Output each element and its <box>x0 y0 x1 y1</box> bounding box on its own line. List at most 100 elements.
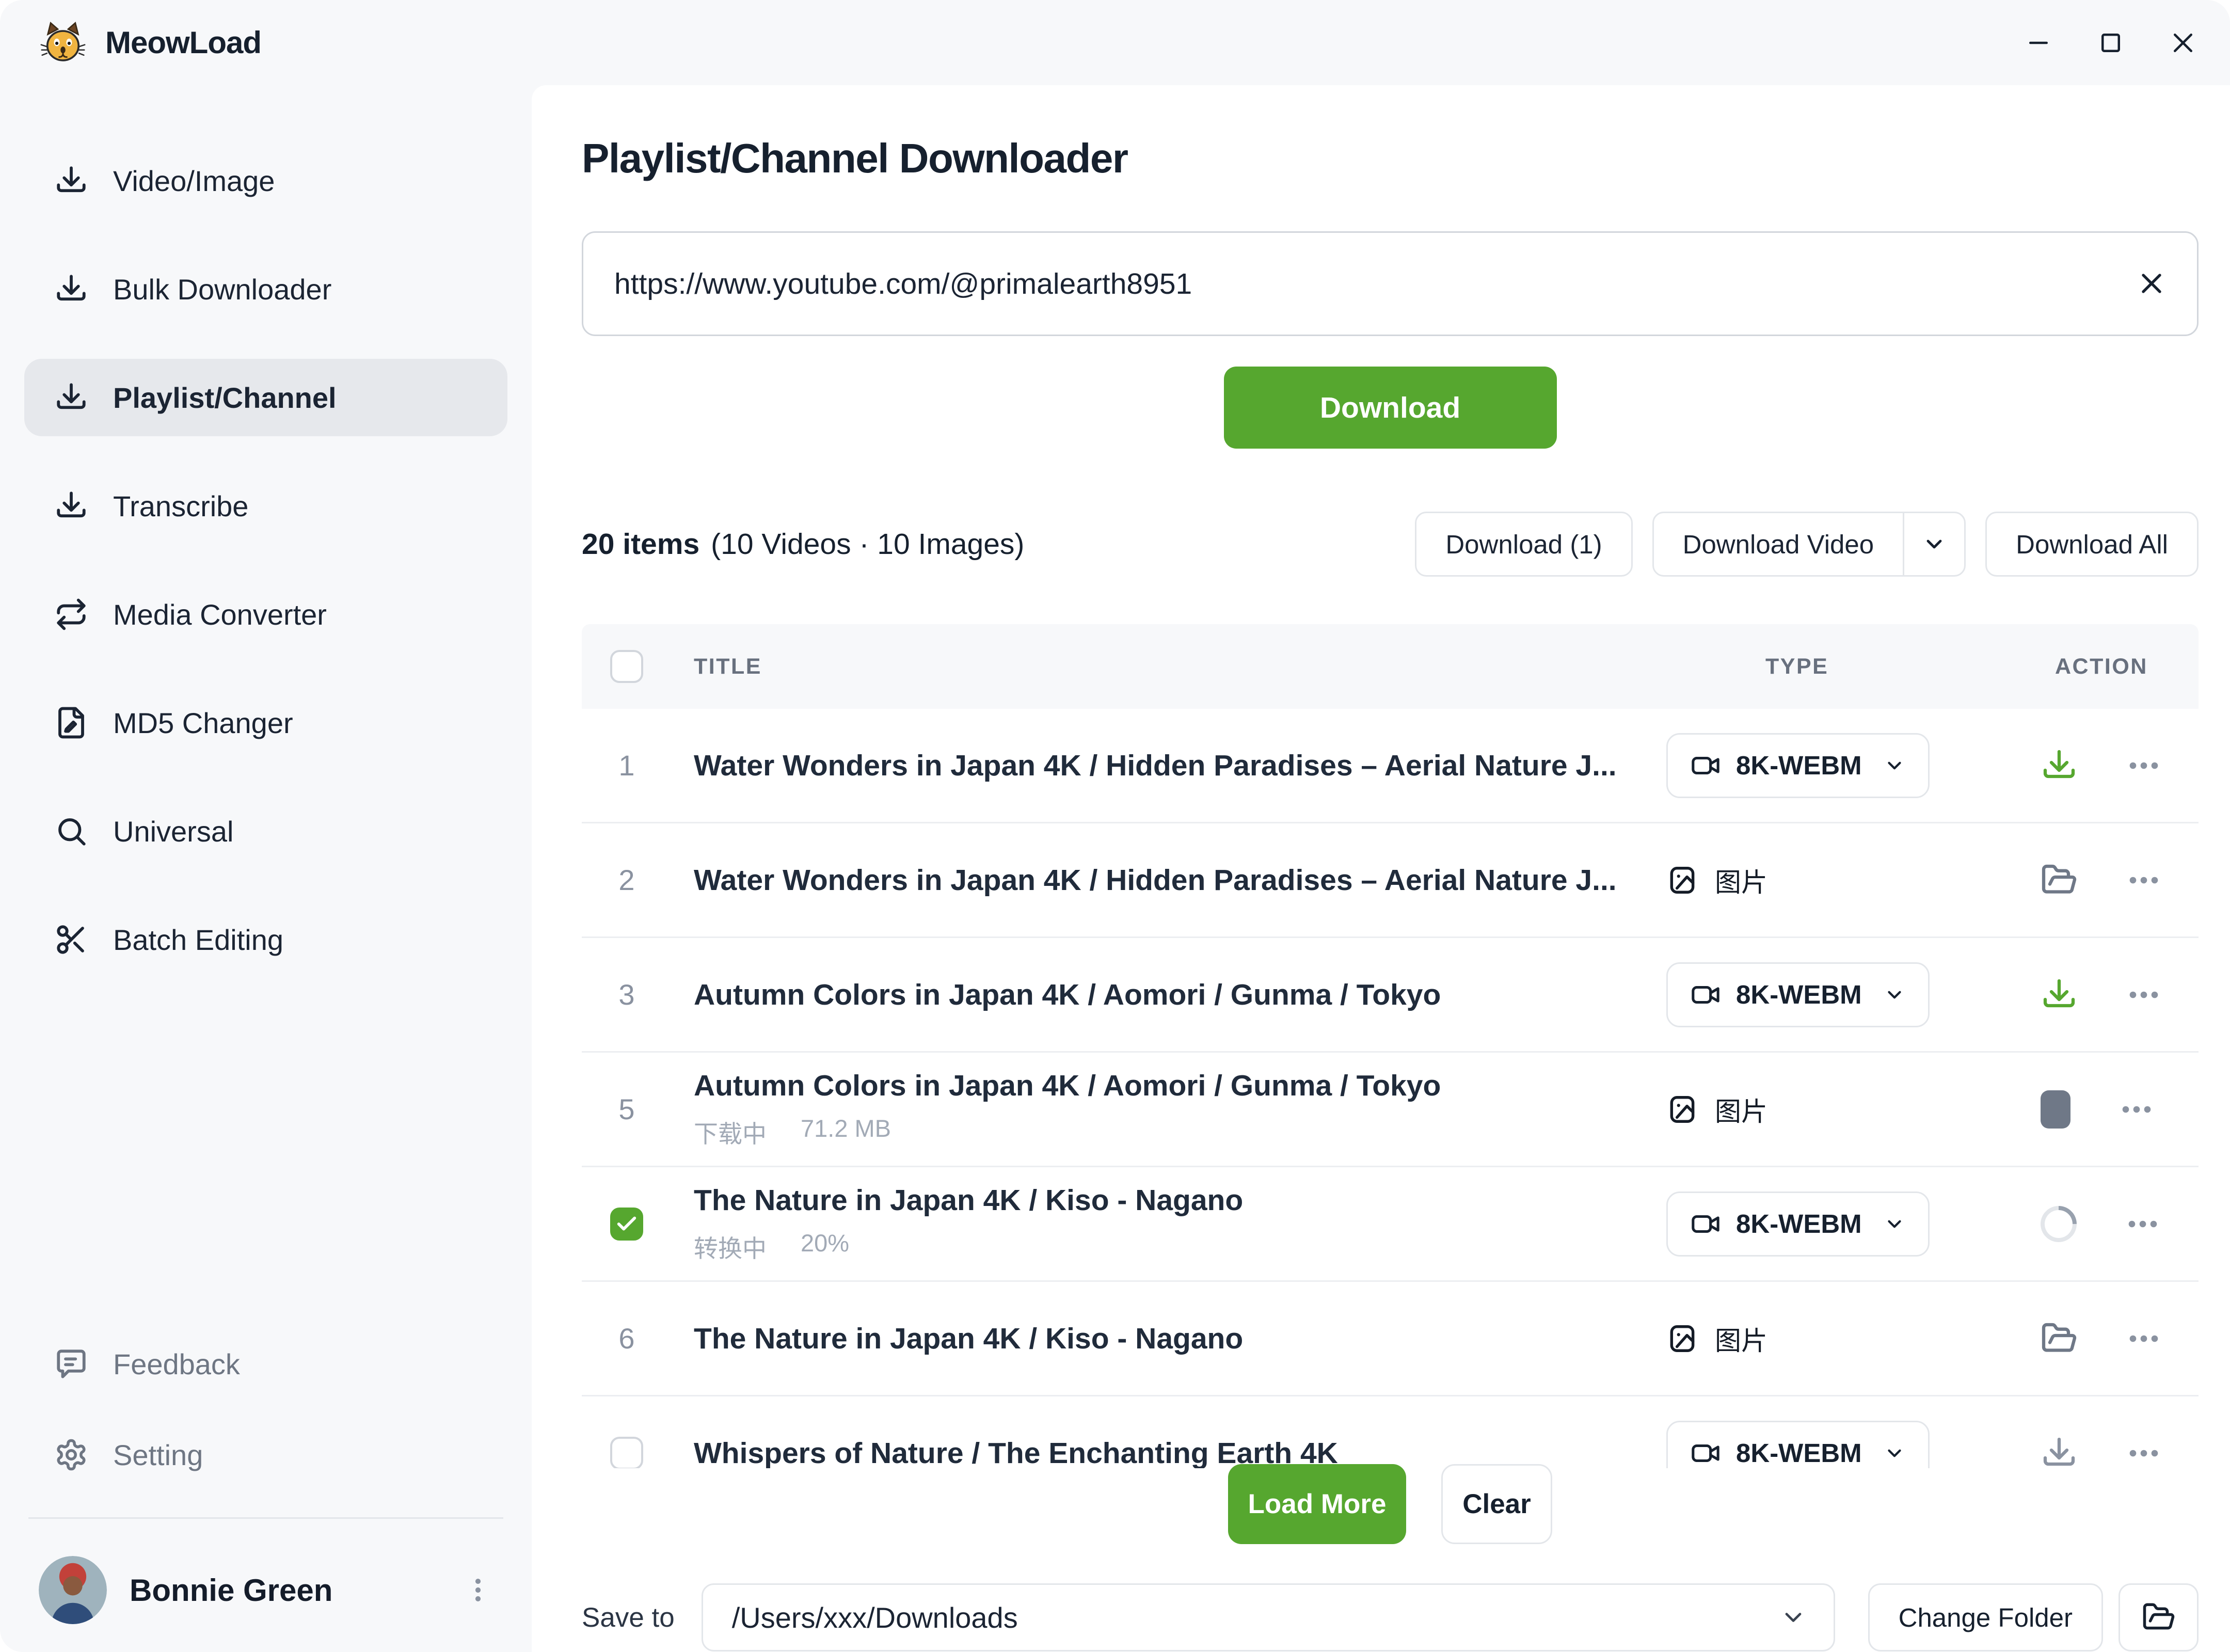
user-row[interactable]: Bonnie Green <box>24 1549 507 1631</box>
app-title: MeowLoad <box>105 25 261 60</box>
row-menu-dots-icon[interactable] <box>2125 747 2162 784</box>
sidebar-item-playlist-channel[interactable]: Playlist/Channel <box>24 359 507 436</box>
avatar <box>39 1556 107 1624</box>
save-path-select[interactable]: /Users/xxx/Downloads <box>702 1583 1835 1651</box>
chevron-down-icon <box>1884 755 1905 776</box>
sidebar-item-universal[interactable]: Universal <box>24 792 507 870</box>
download-selected-button[interactable]: Download (1) <box>1415 512 1632 577</box>
row-menu-dots-icon[interactable] <box>2125 976 2162 1013</box>
items-table: TITLE TYPE ACTION 1Water Wonders in Japa… <box>582 624 2199 1468</box>
chevron-down-icon <box>1780 1604 1807 1631</box>
clear-button[interactable]: Clear <box>1441 1464 1552 1544</box>
items-count: 20 items <box>582 527 699 561</box>
sidebar-item-batch-editing[interactable]: Batch Editing <box>24 901 507 978</box>
app-window: MeowLoad Video/Image Bulk Downloader Playl… <box>0 0 2230 1652</box>
repeat-icon <box>54 597 88 631</box>
sidebar-item-md5-changer[interactable]: MD5 Changer <box>24 684 507 761</box>
download-icon <box>54 489 88 523</box>
row-checkbox[interactable] <box>610 1437 643 1469</box>
download-item-icon[interactable] <box>2041 1435 2078 1469</box>
row-menu-dots-icon[interactable] <box>2125 862 2162 899</box>
table-row: 2Water Wonders in Japan 4K / Hidden Para… <box>582 823 2199 938</box>
select-all-checkbox[interactable] <box>610 650 643 683</box>
status-value: 71.2 MB <box>801 1114 891 1150</box>
sidebar-item-label: Transcribe <box>113 489 248 523</box>
url-input[interactable] <box>614 267 2135 301</box>
row-menu-dots-icon[interactable] <box>2124 1205 2161 1243</box>
sidebar-item-setting[interactable]: Setting <box>24 1416 507 1494</box>
row-number: 1 <box>610 749 643 782</box>
page-title: Playlist/Channel Downloader <box>582 135 2199 182</box>
maximize-icon[interactable] <box>2096 28 2126 58</box>
download-button[interactable]: Download <box>1224 367 1557 449</box>
row-title: Water Wonders in Japan 4K / Hidden Parad… <box>694 749 1666 783</box>
table-row: The Nature in Japan 4K / Kiso - Nagano转换… <box>582 1167 2199 1282</box>
format-select[interactable]: 8K-WEBM <box>1666 1192 1930 1257</box>
sidebar: Video/Image Bulk Downloader Playlist/Chann… <box>0 85 532 1652</box>
sidebar-item-label: Setting <box>113 1438 203 1472</box>
table-body: 1 Water Wonders in Japan 4K / Hidden Para… <box>582 709 2199 1468</box>
status-label: 下载中 <box>694 1114 767 1150</box>
stop-download-icon[interactable] <box>2041 1090 2070 1129</box>
user-name: Bonnie Green <box>130 1572 332 1608</box>
open-folder-icon[interactable] <box>2118 1583 2199 1651</box>
chevron-down-icon[interactable] <box>1904 513 1964 575</box>
cat-logo-icon <box>40 20 86 66</box>
status-value: 20% <box>801 1229 849 1264</box>
row-menu-dots-icon[interactable] <box>2118 1091 2155 1128</box>
sidebar-item-label: Batch Editing <box>113 923 283 957</box>
chevron-down-icon <box>1884 1442 1905 1464</box>
column-action: ACTION <box>2006 654 2199 679</box>
row-number: 6 <box>610 1322 643 1355</box>
row-status: 下载中 71.2 MB <box>694 1114 1666 1150</box>
titlebar: MeowLoad <box>0 0 2230 85</box>
download-item-icon[interactable] <box>2041 976 2078 1013</box>
sidebar-nav: Video/Image Bulk Downloader Playlist/Chann… <box>24 142 507 1009</box>
sidebar-item-label: Video/Image <box>113 164 275 198</box>
image-icon <box>1666 1093 1698 1125</box>
items-detail: (10 Videos · 10 Images) <box>711 527 1024 561</box>
row-number: 3 <box>610 978 643 1011</box>
format-select[interactable]: 8K-WEBM <box>1666 1421 1930 1469</box>
load-more-button[interactable]: Load More <box>1228 1464 1406 1544</box>
download-item-icon[interactable] <box>2041 747 2078 784</box>
open-folder-icon[interactable] <box>2041 862 2078 899</box>
table-row: 5Autumn Colors in Japan 4K / Aomori / Gu… <box>582 1053 2199 1167</box>
image-icon <box>1666 1323 1698 1355</box>
feedback-icon <box>54 1347 88 1381</box>
download-video-split-button[interactable]: Download Video <box>1652 512 1966 577</box>
sidebar-item-feedback[interactable]: Feedback <box>24 1325 507 1403</box>
clear-url-icon[interactable] <box>2135 267 2169 301</box>
sidebar-item-label: Bulk Downloader <box>113 273 331 306</box>
divider <box>28 1517 503 1519</box>
sidebar-item-bulk-downloader[interactable]: Bulk Downloader <box>24 250 507 328</box>
video-icon <box>1691 1209 1721 1239</box>
row-menu-dots-icon[interactable] <box>2125 1320 2162 1357</box>
open-folder-icon[interactable] <box>2041 1320 2078 1357</box>
sidebar-item-label: Media Converter <box>113 598 327 631</box>
gear-icon <box>54 1438 88 1472</box>
sidebar-item-label: Playlist/Channel <box>113 381 337 415</box>
save-path-value: /Users/xxx/Downloads <box>732 1601 1780 1634</box>
download-video-label[interactable]: Download Video <box>1654 513 1903 575</box>
download-all-button[interactable]: Download All <box>1985 512 2199 577</box>
change-folder-button[interactable]: Change Folder <box>1868 1583 2103 1651</box>
sidebar-item-video-image[interactable]: Video/Image <box>24 142 507 219</box>
status-label: 转换中 <box>694 1229 767 1264</box>
download-icon <box>54 272 88 306</box>
format-select[interactable]: 8K-WEBM <box>1666 733 1930 798</box>
url-input-box <box>582 231 2199 336</box>
user-menu-kebab-icon[interactable] <box>463 1575 493 1605</box>
row-checkbox[interactable] <box>610 1208 643 1241</box>
format-select[interactable]: 8K-WEBM <box>1666 962 1930 1027</box>
column-title: TITLE <box>694 654 1666 679</box>
sidebar-item-transcribe[interactable]: Transcribe <box>24 467 507 545</box>
close-icon[interactable] <box>2168 28 2198 58</box>
type-label: 图片 <box>1715 1320 1767 1358</box>
minimize-icon[interactable] <box>2024 28 2053 58</box>
row-menu-dots-icon[interactable] <box>2125 1435 2162 1469</box>
row-title: Autumn Colors in Japan 4K / Aomori / Gun… <box>694 1069 1666 1103</box>
footer: Load More Clear Save to /Users/xxx/Downl… <box>582 1468 2199 1651</box>
sidebar-item-media-converter[interactable]: Media Converter <box>24 576 507 653</box>
search-icon <box>54 814 88 848</box>
